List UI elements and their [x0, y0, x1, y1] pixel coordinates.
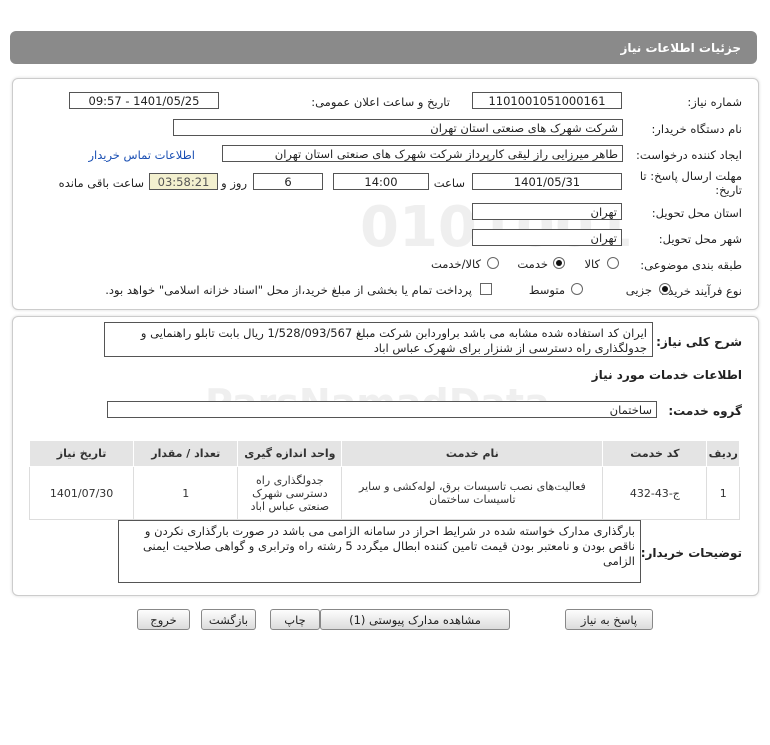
summary-label: شرح کلی نیاز:	[656, 335, 742, 349]
cell-quantity: 1	[133, 466, 239, 520]
buyer-contact-link[interactable]: اطلاعات تماس خریدار	[88, 148, 195, 162]
table-row: 1 ج-43-432 فعالیت‌های نصب تاسیسات برق، ل…	[28, 466, 740, 520]
exit-button[interactable]: خروج	[137, 609, 190, 630]
delivery-province-field: تهران	[472, 203, 622, 220]
col-quantity: تعداد / مقدار	[133, 440, 239, 467]
cell-need-date: 1401/07/30	[28, 466, 135, 520]
announce-datetime-label: تاریخ و ساعت اعلان عمومی:	[311, 95, 450, 109]
deadline-label-date: تاریخ:	[715, 183, 742, 197]
cell-unit: جدولگذاری راه دسترسی شهرک صنعتی عباس ابا…	[237, 466, 343, 520]
reply-button[interactable]: پاسخ به نیاز	[565, 609, 653, 630]
category-radio-service[interactable]	[553, 257, 565, 269]
category-label: طبقه بندی موضوعی:	[640, 258, 742, 272]
purchase-radio-medium[interactable]	[571, 283, 583, 295]
table-header-row: ردیف کد خدمت نام خدمت واحد اندازه گیری ت…	[28, 440, 740, 467]
col-unit: واحد اندازه گیری	[237, 440, 343, 467]
page-header: جزئیات اطلاعات نیاز	[10, 31, 757, 64]
cell-row-number: 1	[706, 466, 740, 520]
deadline-time-label: ساعت	[433, 176, 465, 190]
remaining-time-field: 03:58:21	[149, 173, 218, 190]
purchase-type-label: نوع فرآیند خرید :	[660, 284, 742, 298]
requester-field: طاهر میرزایی راز لیقی کارپرداز شرکت شهرک…	[222, 145, 623, 162]
buyer-notes-label: توضیحات خریدار:	[640, 546, 742, 560]
col-service-name: نام خدمت	[341, 440, 604, 467]
deadline-time-field: 14:00	[333, 173, 429, 190]
category-option-goods: کالا	[584, 257, 600, 271]
deadline-days-field: 6	[253, 173, 323, 190]
category-option-goods-service: کالا/خدمت	[430, 257, 481, 271]
back-button[interactable]: بازگشت	[201, 609, 256, 630]
services-section-title: اطلاعات خدمات مورد نیاز	[591, 368, 742, 382]
category-option-service: خدمت	[517, 257, 548, 271]
deadline-date-field: 1401/05/31	[472, 173, 622, 190]
delivery-city-label: شهر محل تحویل:	[658, 232, 742, 246]
buyer-org-field: شرکت شهرک های صنعتی استان تهران	[173, 119, 623, 136]
col-service-code: کد خدمت	[602, 440, 708, 467]
cell-service-name: فعالیت‌های نصب تاسیسات برق، لوله‌کشی و س…	[341, 466, 604, 520]
need-number-label: شماره نیاز:	[687, 95, 742, 109]
treasury-checkbox[interactable]	[480, 283, 492, 295]
category-radio-goods-service[interactable]	[487, 257, 499, 269]
print-button[interactable]: چاپ	[270, 609, 320, 630]
buyer-org-label: نام دستگاه خریدار:	[651, 122, 742, 136]
summary-text: ایران کد استفاده شده مشابه می باشد براور…	[104, 322, 653, 357]
need-info-panel	[12, 78, 759, 310]
category-radio-goods[interactable]	[607, 257, 619, 269]
services-table: ردیف کد خدمت نام خدمت واحد اندازه گیری ت…	[28, 440, 740, 520]
service-group-label: گروه خدمت:	[668, 404, 742, 418]
announce-datetime-field: 1401/05/25 - 09:57	[69, 92, 219, 109]
purchase-radio-minor[interactable]	[659, 283, 671, 295]
treasury-note: پرداخت تمام یا بخشی از مبلغ خرید،از محل …	[105, 283, 472, 297]
delivery-city-field: تهران	[472, 229, 622, 246]
purchase-option-medium: متوسط	[528, 283, 565, 297]
col-row-number: ردیف	[706, 440, 740, 467]
buyer-notes-text: بارگذاری مدارک خواسته شده در شرایط احراز…	[118, 520, 641, 583]
deadline-days-label: روز و	[221, 176, 247, 190]
requester-label: ایجاد کننده درخواست:	[636, 148, 742, 162]
purchase-option-minor: جزیی	[625, 283, 652, 297]
service-group-field: ساختمان	[107, 401, 657, 418]
need-number-field: 1101001051000161	[472, 92, 622, 109]
deadline-label: مهلت ارسال پاسخ: تا	[639, 169, 742, 183]
view-documents-button[interactable]: مشاهده مدارک پیوستی (1)	[320, 609, 510, 630]
delivery-province-label: استان محل تحویل:	[651, 206, 742, 220]
page-title: جزئیات اطلاعات نیاز	[620, 41, 741, 55]
remaining-time-label: ساعت باقی مانده	[58, 176, 144, 190]
cell-service-code: ج-43-432	[602, 466, 708, 520]
col-need-date: تاریخ نیاز	[28, 440, 135, 467]
